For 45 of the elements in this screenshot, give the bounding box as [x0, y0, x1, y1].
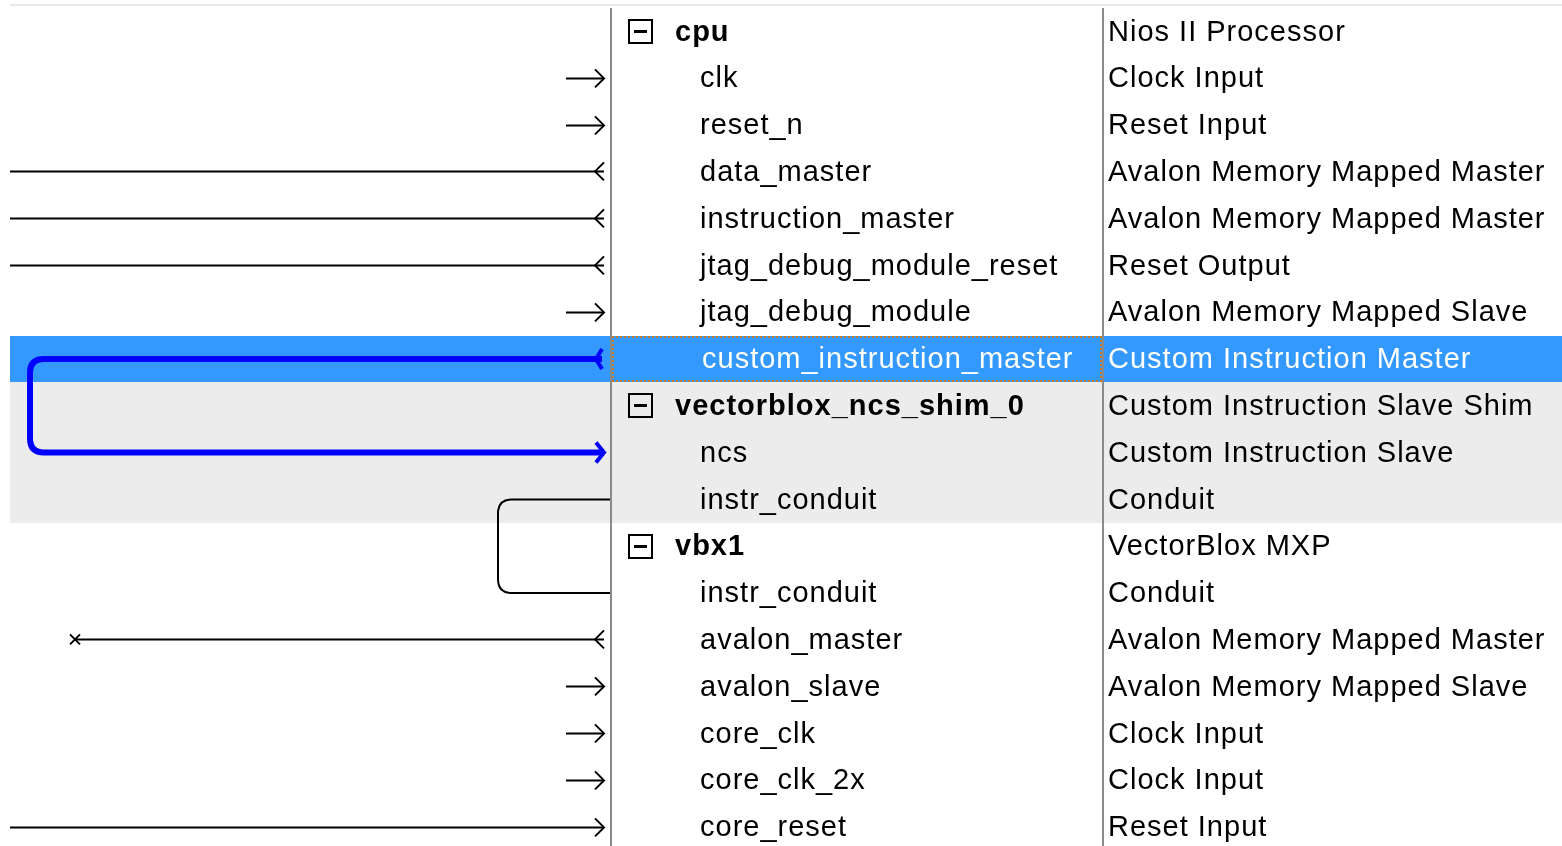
- collapse-button[interactable]: [628, 533, 653, 559]
- interface-type: Avalon Memory Mapped Slave: [1108, 294, 1529, 330]
- interface-name: instruction_master: [700, 200, 955, 236]
- interface-name: jtag_debug_module_reset: [700, 247, 1059, 283]
- interface-type: Clock Input: [1108, 715, 1265, 751]
- interface-name: avalon_slave: [700, 668, 882, 704]
- interface-type: Reset Output: [1108, 247, 1291, 283]
- export-arrow-icon: [565, 723, 606, 744]
- collapse-button[interactable]: [628, 393, 653, 419]
- interface-name: instr_conduit: [700, 481, 878, 517]
- interface-type: Avalon Memory Mapped Slave: [1108, 668, 1529, 704]
- interface-type: Reset Input: [1108, 107, 1268, 143]
- interface-type: Avalon Memory Mapped Master: [1108, 154, 1546, 190]
- export-arrow-icon: [565, 770, 606, 791]
- module-name: vbx1: [675, 528, 746, 564]
- interface-name: core_reset: [700, 809, 847, 845]
- interface-name: instr_conduit: [700, 575, 878, 611]
- interface-name: ncs: [700, 434, 749, 470]
- interface-type: VectorBlox MXP: [1108, 528, 1332, 564]
- interface-type: Avalon Memory Mapped Master: [1108, 200, 1546, 236]
- interface-type: Conduit: [1108, 575, 1215, 611]
- module-name: vectorblox_ncs_shim_0: [675, 388, 1025, 423]
- interface-type: Clock Input: [1108, 60, 1265, 96]
- interface-type: Custom Instruction Slave Shim: [1108, 388, 1534, 423]
- interface-name: core_clk_2x: [700, 762, 866, 798]
- module-name: cpu: [675, 13, 730, 49]
- interface-type: Custom Instruction Master: [1108, 341, 1472, 377]
- interface-name: avalon_master: [700, 622, 904, 657]
- interface-name: core_clk: [700, 715, 816, 751]
- export-arrow-icon: [565, 115, 606, 135]
- collapse-button[interactable]: [628, 18, 653, 44]
- export-arrow-icon: [565, 68, 606, 89]
- interface-name: clk: [700, 60, 739, 96]
- export-arrow-icon: [565, 302, 606, 323]
- interface-name: reset_n: [700, 107, 804, 143]
- export-arrow-icon: [565, 676, 606, 697]
- interface-name: custom_instruction_master: [702, 341, 1074, 377]
- interface-type: Conduit: [1108, 481, 1215, 517]
- interface-type: Nios II Processor: [1108, 13, 1346, 49]
- interface-name: jtag_debug_module: [700, 294, 972, 330]
- interface-type: Clock Input: [1108, 762, 1265, 798]
- interface-type: Custom Instruction Slave: [1108, 434, 1455, 470]
- interface-type: Avalon Memory Mapped Master: [1108, 622, 1546, 657]
- interface-type: Reset Input: [1108, 809, 1268, 845]
- interface-name: data_master: [700, 154, 873, 190]
